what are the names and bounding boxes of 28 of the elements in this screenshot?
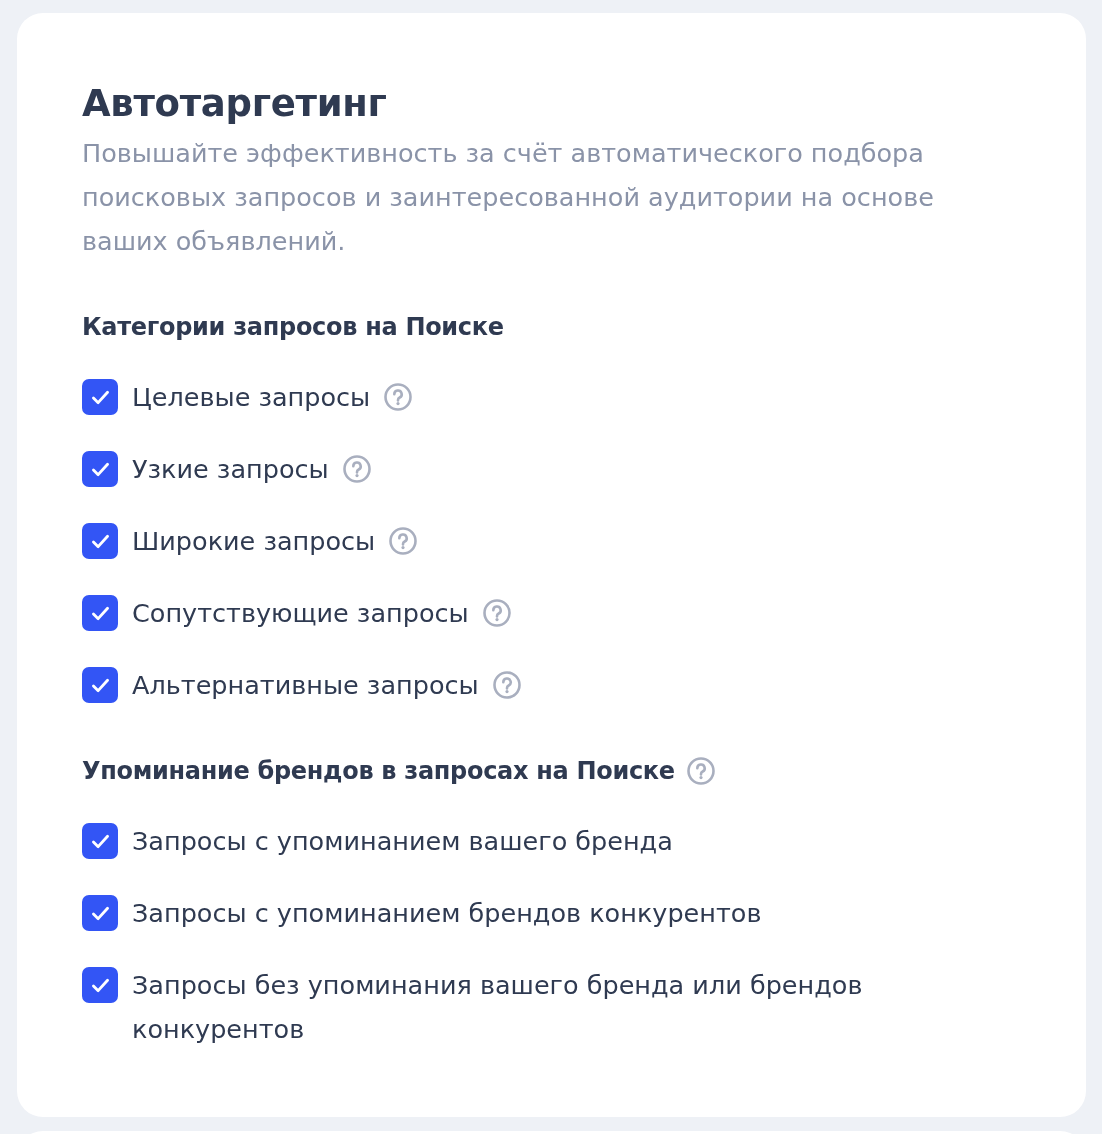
section-heading: Категории запросов на Поиске: [82, 312, 504, 343]
checkbox-label[interactable]: Сопутствующие запросы: [132, 591, 469, 635]
checkmark-icon: [90, 677, 110, 693]
checkbox[interactable]: [82, 523, 118, 559]
checkmark-icon: [90, 461, 110, 477]
card-title: Автотаргетинг: [82, 81, 388, 127]
checkbox[interactable]: [82, 595, 118, 631]
checkbox-label[interactable]: Целевые запросы: [132, 375, 371, 419]
checkbox[interactable]: [82, 379, 118, 415]
checkbox[interactable]: [82, 823, 118, 859]
checkbox-label[interactable]: Запросы без упоминания вашего бренда или брендов конкурентов: [132, 963, 912, 1051]
section-heading: Упоминание брендов в запросах на Поиске: [82, 756, 675, 787]
card-description: Повышайте эффективность за счёт автоматического подбора поисковых запросов и заинтересованной аудитории на основе ваших объявлений.: [82, 137, 935, 258]
checkbox-label[interactable]: Широкие запросы: [132, 519, 376, 563]
checkmark-icon: [90, 977, 110, 993]
checkmark-icon: [90, 905, 110, 921]
checkbox[interactable]: [82, 451, 118, 487]
checkmark-icon: [90, 533, 110, 549]
checkmark-icon: [90, 389, 110, 405]
checkmark-icon: [90, 833, 110, 849]
checkbox[interactable]: [82, 967, 118, 1003]
checkmark-icon: [90, 605, 110, 621]
checkbox-label[interactable]: Альтернативные запросы: [132, 663, 479, 707]
checkbox-label[interactable]: Запросы с упоминанием брендов конкурентов: [132, 891, 762, 935]
checkbox[interactable]: [82, 667, 118, 703]
checkbox-label[interactable]: Запросы с упоминанием вашего бренда: [132, 819, 673, 863]
checkbox-label[interactable]: Узкие запросы: [132, 447, 329, 491]
checkbox[interactable]: [82, 895, 118, 931]
